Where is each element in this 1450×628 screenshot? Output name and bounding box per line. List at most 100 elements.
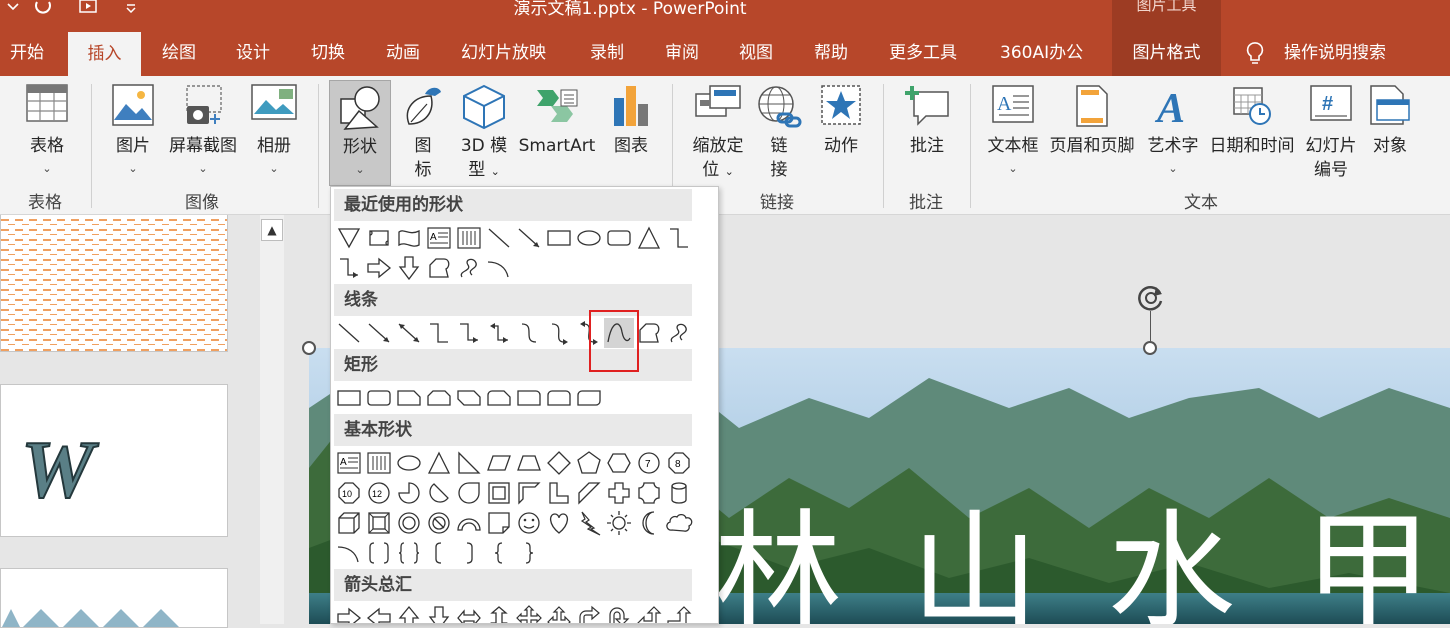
basic-right-bracket[interactable] bbox=[454, 538, 484, 568]
chart-button[interactable]: 图表 bbox=[603, 76, 659, 184]
lightbulb-icon[interactable] bbox=[1244, 30, 1266, 76]
basic-hexagon[interactable] bbox=[604, 448, 634, 478]
tab-animations[interactable]: 动画 bbox=[386, 30, 420, 76]
tab-record[interactable]: 录制 bbox=[590, 30, 624, 76]
shape-flowchart-merge[interactable] bbox=[334, 223, 364, 253]
line-elbow-double-arrow[interactable] bbox=[484, 318, 514, 348]
arrow-right[interactable] bbox=[334, 603, 364, 623]
basic-decagon[interactable]: 10 bbox=[334, 478, 364, 508]
tell-me-search[interactable]: 操作说明搜索 bbox=[1284, 30, 1386, 76]
tab-slideshow[interactable]: 幻灯片放映 bbox=[461, 30, 546, 76]
basic-octagon[interactable]: 8 bbox=[664, 448, 694, 478]
basic-right-brace[interactable] bbox=[514, 538, 544, 568]
screenshot-button[interactable]: 屏幕截图 ⌄ bbox=[166, 76, 240, 184]
basic-half-frame[interactable] bbox=[514, 478, 544, 508]
basic-left-bracket[interactable] bbox=[424, 538, 454, 568]
basic-donut[interactable] bbox=[394, 508, 424, 538]
basic-bevel[interactable] bbox=[364, 508, 394, 538]
basic-double-bracket[interactable] bbox=[364, 538, 394, 568]
line-scribble[interactable] bbox=[664, 318, 694, 348]
tab-insert[interactable]: 插入 bbox=[68, 32, 141, 76]
basic-trapezoid[interactable] bbox=[514, 448, 544, 478]
resize-handle-top-left[interactable] bbox=[302, 341, 316, 355]
basic-diamond[interactable] bbox=[544, 448, 574, 478]
tab-picture-format[interactable]: 图片格式 bbox=[1112, 30, 1221, 76]
basic-right-triangle[interactable] bbox=[454, 448, 484, 478]
tab-draw[interactable]: 绘图 bbox=[162, 30, 196, 76]
wordart-button[interactable]: A 艺术字 ⌄ bbox=[1142, 76, 1204, 184]
rect-round-diagonal[interactable] bbox=[574, 383, 604, 413]
basic-text-box[interactable]: A bbox=[334, 448, 364, 478]
shape-arc[interactable] bbox=[484, 253, 514, 283]
shape-vertical-text-box[interactable] bbox=[454, 223, 484, 253]
action-button[interactable]: 动作 bbox=[812, 76, 870, 184]
basic-can[interactable] bbox=[664, 478, 694, 508]
basic-chord[interactable] bbox=[424, 478, 454, 508]
tab-review[interactable]: 审阅 bbox=[665, 30, 699, 76]
textbox-button[interactable]: A 文本框 ⌄ bbox=[982, 76, 1044, 184]
rect-round-same-side[interactable] bbox=[544, 383, 574, 413]
basic-diagonal-stripe[interactable] bbox=[574, 478, 604, 508]
arrow-left-right-up[interactable] bbox=[544, 603, 574, 623]
rect-snip-same-side[interactable] bbox=[424, 383, 454, 413]
table-button[interactable]: 表格 ⌄ bbox=[10, 76, 84, 184]
arrow-left-right[interactable] bbox=[454, 603, 484, 623]
shapes-button[interactable]: 形状 ⌄ bbox=[329, 80, 391, 186]
date-time-button[interactable]: 日期和时间 bbox=[1205, 76, 1299, 184]
basic-plaque[interactable] bbox=[634, 478, 664, 508]
shape-line[interactable] bbox=[484, 223, 514, 253]
basic-vertical-text-box[interactable] bbox=[364, 448, 394, 478]
basic-dodecagon[interactable]: 12 bbox=[364, 478, 394, 508]
basic-heart[interactable] bbox=[544, 508, 574, 538]
basic-lightning-bolt[interactable] bbox=[574, 508, 604, 538]
basic-cube[interactable] bbox=[334, 508, 364, 538]
basic-parallelogram[interactable] bbox=[484, 448, 514, 478]
tab-home[interactable]: 开始 bbox=[10, 30, 44, 76]
slide-number-button[interactable]: # 幻灯片 编号 bbox=[1300, 76, 1362, 184]
basic-frame[interactable] bbox=[484, 478, 514, 508]
shape-rounded-rectangle[interactable] bbox=[604, 223, 634, 253]
slide-thumbnail-1[interactable] bbox=[0, 215, 228, 352]
basic-sun[interactable] bbox=[604, 508, 634, 538]
line-arrow[interactable] bbox=[364, 318, 394, 348]
resize-handle-top-middle[interactable] bbox=[1143, 341, 1157, 355]
3d-models-button[interactable]: 3D 模 型 ⌄ bbox=[455, 76, 513, 184]
basic-smiley-face[interactable] bbox=[514, 508, 544, 538]
tab-transitions[interactable]: 切换 bbox=[311, 30, 345, 76]
rect-rectangle[interactable] bbox=[334, 383, 364, 413]
slide-title-text[interactable]: 林 山 水 甲 bbox=[714, 498, 1446, 624]
basic-l-shape[interactable] bbox=[544, 478, 574, 508]
line-double-arrow[interactable] bbox=[394, 318, 424, 348]
basic-left-brace[interactable] bbox=[484, 538, 514, 568]
shape-right-arrow[interactable] bbox=[364, 253, 394, 283]
arrow-u-turn[interactable] bbox=[604, 603, 634, 623]
shape-elbow-connector[interactable] bbox=[664, 223, 694, 253]
rect-round-single-corner[interactable] bbox=[514, 383, 544, 413]
basic-pie[interactable] bbox=[394, 478, 424, 508]
basic-cross[interactable] bbox=[604, 478, 634, 508]
basic-heptagon[interactable]: 7 bbox=[634, 448, 664, 478]
comment-button[interactable]: 批注 bbox=[895, 76, 959, 184]
shape-elbow-arrow-connector[interactable] bbox=[334, 253, 364, 283]
basic-no-symbol[interactable] bbox=[424, 508, 454, 538]
line-straight[interactable] bbox=[334, 318, 364, 348]
line-curved-connector[interactable] bbox=[514, 318, 544, 348]
line-elbow-connector[interactable] bbox=[424, 318, 454, 348]
shape-down-arrow[interactable] bbox=[394, 253, 424, 283]
zoom-button[interactable]: 缩放定 位 ⌄ bbox=[684, 76, 752, 184]
header-footer-button[interactable]: 页眉和页脚 bbox=[1045, 76, 1139, 184]
basic-oval[interactable] bbox=[394, 448, 424, 478]
rect-snip-single-corner[interactable] bbox=[394, 383, 424, 413]
rect-snip-diagonal[interactable] bbox=[454, 383, 484, 413]
basic-cloud[interactable] bbox=[664, 508, 694, 538]
arrow-up-down[interactable] bbox=[484, 603, 514, 623]
line-elbow-arrow[interactable] bbox=[454, 318, 484, 348]
tab-view[interactable]: 视图 bbox=[739, 30, 773, 76]
tab-help[interactable]: 帮助 bbox=[814, 30, 848, 76]
basic-folded-corner[interactable] bbox=[484, 508, 514, 538]
arrow-bent[interactable] bbox=[574, 603, 604, 623]
object-button[interactable]: 对象 bbox=[1364, 76, 1416, 184]
basic-isosceles-triangle[interactable] bbox=[424, 448, 454, 478]
arrow-up[interactable] bbox=[394, 603, 424, 623]
shape-rectangle[interactable] bbox=[544, 223, 574, 253]
